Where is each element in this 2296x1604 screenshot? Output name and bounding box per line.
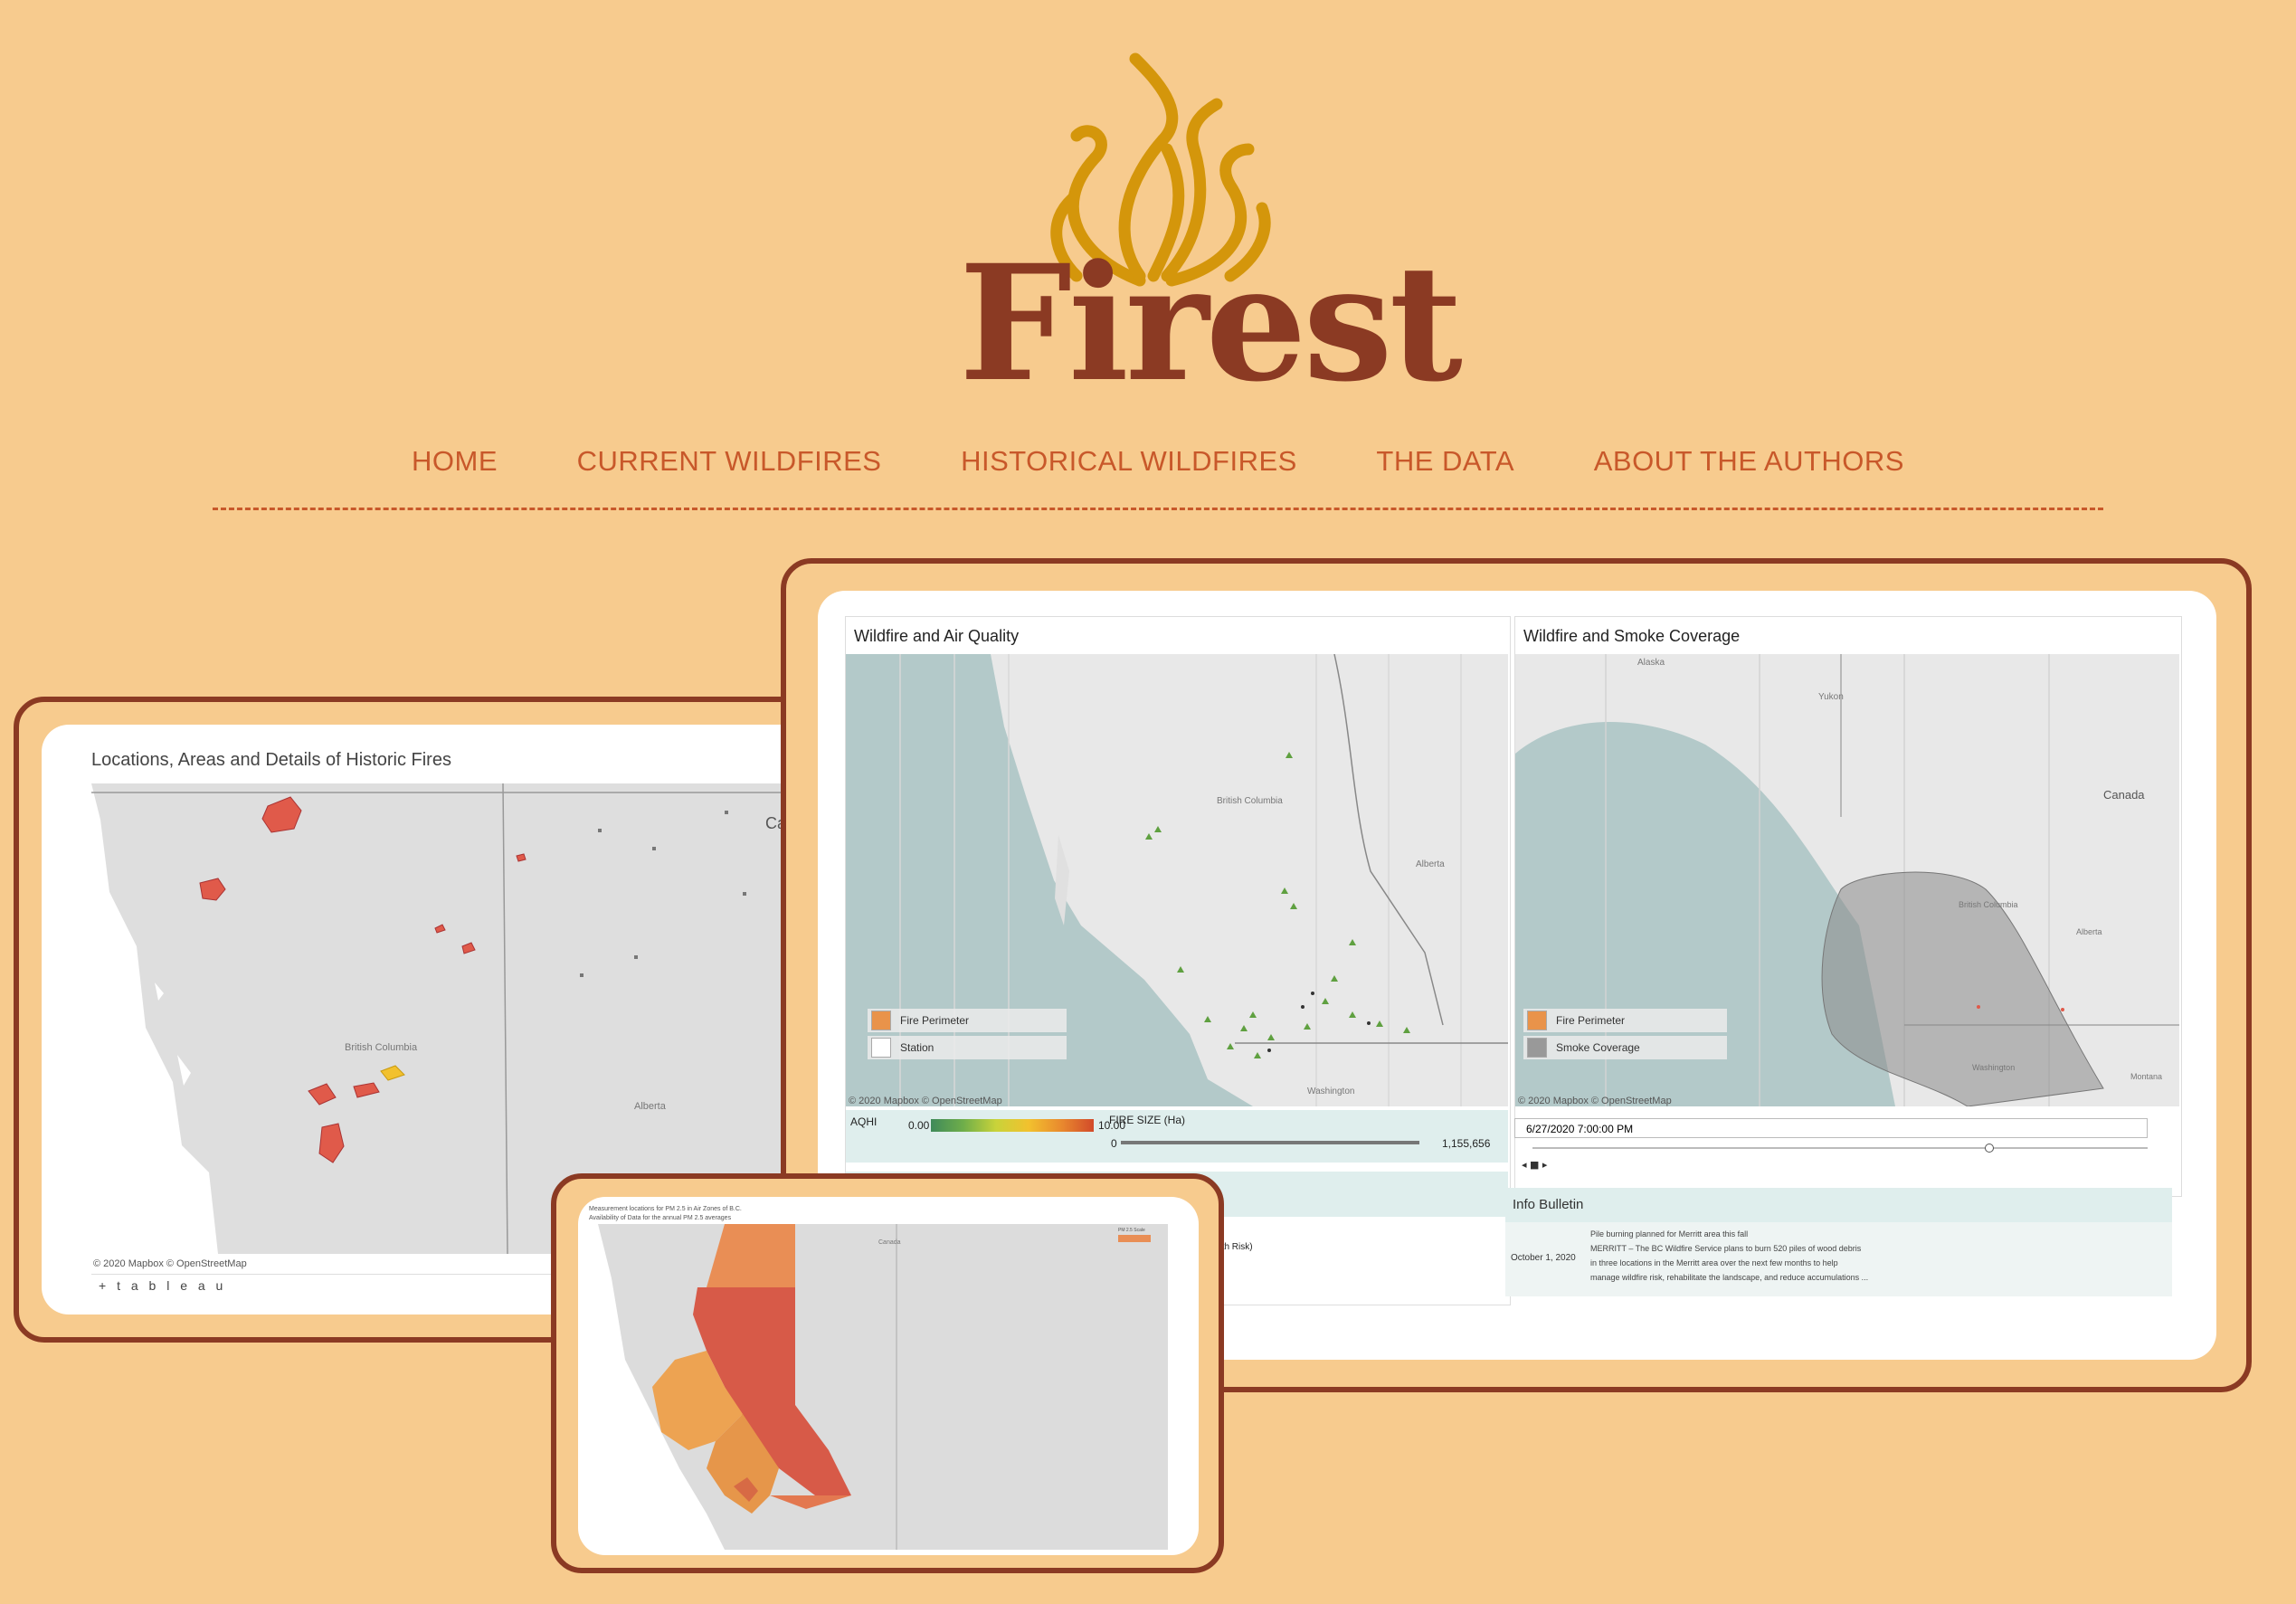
smoke-coverage-icon [1527, 1037, 1547, 1058]
map-credit: © 2020 Mapbox © OpenStreetMap [93, 1258, 247, 1269]
date-slider[interactable] [1532, 1147, 2148, 1149]
aqhi-scale [931, 1119, 1094, 1132]
svg-text:British Columbia: British Columbia [1217, 796, 1283, 806]
station-icon [871, 1037, 891, 1058]
nav-current-wildfires[interactable]: CURRENT WILDFIRES [577, 445, 882, 478]
nav-divider [213, 508, 2103, 510]
fire-perimeter-icon [1527, 1010, 1547, 1030]
legend-fire-perimeter-smoke: Fire Perimeter [1523, 1009, 1727, 1032]
fire-perimeter-icon [871, 1010, 891, 1030]
svg-text:Alberta: Alberta [1416, 859, 1445, 869]
svg-text:PM 2.5 Scale: PM 2.5 Scale [1118, 1228, 1145, 1233]
svg-text:Canada: Canada [878, 1239, 901, 1246]
nav-home[interactable]: HOME [412, 445, 498, 478]
svg-text:Montana: Montana [2130, 1072, 2162, 1081]
info-bulletin: Info Bulletin October 1, 2020 Pile burni… [1505, 1188, 2172, 1296]
date-slider-handle[interactable] [1985, 1144, 1994, 1153]
playback-controls[interactable]: ◂ ■ ▸ [1522, 1159, 1547, 1171]
date-selector[interactable]: 6/27/2020 7:00:00 PM [1514, 1118, 2148, 1138]
pm25-map[interactable]: Canada PM 2.5 Scale [589, 1224, 1168, 1550]
historic-fires-title: Locations, Areas and Details of Historic… [91, 750, 451, 770]
label-alberta: Alberta [634, 1101, 667, 1112]
legend-station: Station [868, 1036, 1067, 1059]
air-quality-title: Wildfire and Air Quality [854, 627, 1020, 645]
pm25-frame: Measurement locations for PM 2.5 in Air … [551, 1173, 1224, 1573]
svg-text:Washington: Washington [1972, 1063, 2015, 1072]
svg-text:British Columbia: British Columbia [1959, 900, 2018, 909]
nav-historical-wildfires[interactable]: HISTORICAL WILDFIRES [961, 445, 1297, 478]
svg-text:Alberta: Alberta [2076, 927, 2102, 936]
fire-size-slider[interactable] [1121, 1141, 1419, 1144]
nav-the-data[interactable]: THE DATA [1376, 445, 1514, 478]
legend-smoke-coverage: Smoke Coverage [1523, 1036, 1727, 1059]
svg-text:Yukon: Yukon [1818, 692, 1844, 702]
label-bc: British Columbia [345, 1042, 418, 1053]
nav-about-the-authors[interactable]: ABOUT THE AUTHORS [1594, 445, 1904, 478]
svg-text:Canada: Canada [2103, 788, 2145, 802]
pm25-dashboard: Measurement locations for PM 2.5 in Air … [578, 1197, 1199, 1555]
legend-fire-perimeter: Fire Perimeter [868, 1009, 1067, 1032]
brand-wordmark[interactable]: Firest [959, 244, 1463, 403]
main-nav: HOME CURRENT WILDFIRES HISTORICAL WILDFI… [213, 434, 2103, 489]
svg-text:Washington: Washington [1307, 1087, 1354, 1096]
svg-text:Alaska: Alaska [1637, 658, 1665, 668]
smoke-title: Wildfire and Smoke Coverage [1523, 627, 1741, 645]
